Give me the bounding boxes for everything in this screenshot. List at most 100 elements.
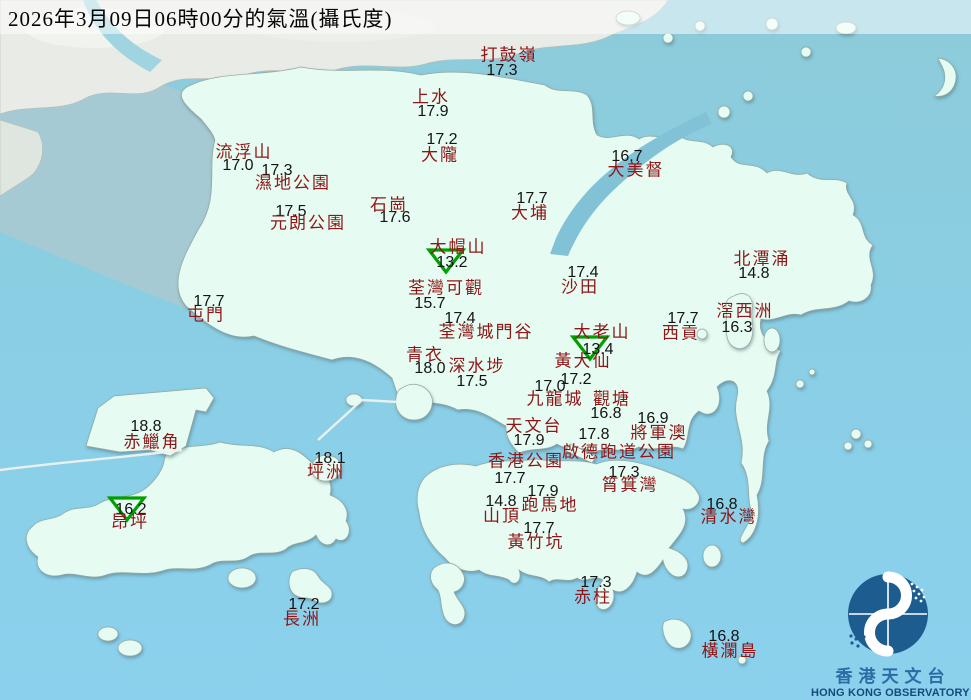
station-name: 跑馬地	[522, 497, 579, 514]
station-name: 清水灣	[701, 509, 758, 526]
station-name: 啟德跑道公園	[562, 444, 676, 461]
station-temperature: 16.3	[721, 320, 752, 336]
ap-chau-island	[663, 33, 673, 43]
station-name: 筲箕灣	[602, 477, 659, 494]
station-name: 荃灣可觀	[408, 280, 484, 297]
station-temperature: 17.2	[426, 132, 457, 148]
station-temperature: 17.3	[486, 63, 517, 79]
station-temperature: 17.9	[417, 104, 448, 120]
mirs-bay-island	[801, 47, 811, 57]
station-temperature: 17.4	[444, 311, 475, 327]
station-temperature: 18.0	[414, 361, 445, 377]
shekou-peninsula	[0, 120, 43, 196]
station-temperature: 16.8	[706, 497, 737, 513]
tung-lung-chau-island	[703, 545, 721, 567]
station-temperature: 17.9	[513, 433, 544, 449]
grass-island	[743, 91, 753, 101]
station-name: 坪洲	[307, 464, 345, 481]
hko-logo-mark	[838, 570, 942, 662]
hko-logo: 香港天文台 HONG KONG OBSERVATORY	[811, 570, 969, 699]
station-name: 將軍澳	[631, 425, 688, 442]
station-name: 天文台	[506, 418, 563, 435]
ninepin-island	[864, 440, 872, 448]
station-name: 滘西洲	[717, 303, 774, 320]
station-temperature: 18.1	[314, 451, 345, 467]
po-toi-island	[663, 619, 691, 648]
station-name: 青衣	[406, 347, 444, 364]
station-name: 大老山	[574, 324, 631, 341]
steep-island	[796, 380, 804, 388]
chek-lap-kok-airport	[86, 388, 214, 456]
soko-island	[98, 627, 118, 641]
hko-logo-english: HONG KONG OBSERVATORY	[811, 687, 969, 699]
station-name: 打鼓嶺	[481, 47, 538, 64]
station-name: 深水埗	[449, 358, 506, 375]
title-bar: 2026年3月09日06時00分的氣溫(攝氏度)	[0, 0, 971, 34]
station-temperature: 17.7	[667, 311, 698, 327]
station-name: 大埔	[511, 205, 549, 222]
station-temperature: 17.7	[523, 521, 554, 537]
station-name: 九龍城	[527, 391, 584, 408]
station-temperature: 16.2	[115, 502, 146, 518]
lamma-island	[431, 563, 465, 625]
tolo-harbour-water	[550, 112, 712, 256]
station-temperature: 16.8	[590, 406, 621, 422]
record-low-marker	[573, 337, 607, 359]
station-temperature: 13.4	[582, 342, 613, 358]
station-name: 大隴	[421, 147, 459, 164]
station-name: 山頂	[483, 508, 521, 525]
hko-temperature-map: 17.3打鼓嶺17.9上水17.2大隴17.0流浮山17.3濕地公園17.5元朗…	[0, 0, 971, 700]
kau-sai-chau-island	[726, 294, 753, 349]
station-name: 沙田	[561, 279, 599, 296]
station-name: 黃大仙	[555, 353, 612, 370]
station-temperature: 17.8	[578, 427, 609, 443]
station-name: 長洲	[283, 611, 321, 628]
station-temperature: 17.6	[379, 210, 410, 226]
mirs-bay-crescent-island	[934, 58, 956, 97]
cheung-chau-island	[289, 569, 332, 603]
station-temperature: 17.5	[275, 204, 306, 220]
ninepin-island	[851, 429, 861, 439]
tsing-ma-bridge	[318, 400, 398, 440]
new-territories-landmass	[178, 67, 873, 543]
station-temperature: 17.3	[580, 575, 611, 591]
deep-bay-water	[0, 72, 220, 310]
shelter-island	[764, 328, 780, 352]
lantau-island	[26, 442, 349, 577]
tap-mun-island	[718, 106, 730, 118]
station-name: 北潭涌	[734, 251, 791, 268]
hei-ling-chau-island	[228, 568, 256, 588]
station-name: 屯門	[187, 307, 225, 324]
station-temperature: 14.8	[485, 494, 516, 510]
station-name: 大帽山	[430, 239, 487, 256]
station-name: 香港公園	[488, 453, 564, 470]
station-temperature: 17.2	[288, 597, 319, 613]
station-temperature: 16.9	[637, 411, 668, 427]
map-title: 2026年3月09日06時00分的氣溫(攝氏度)	[8, 3, 393, 33]
station-temperature: 17.2	[560, 372, 591, 388]
kiu-tsui-island	[697, 329, 707, 339]
station-temperature: 17.5	[456, 374, 487, 390]
ma-wan-island	[346, 394, 362, 406]
ninepin-island	[844, 442, 852, 450]
peng-chau-island	[312, 455, 341, 481]
station-temperature: 15.7	[414, 296, 445, 312]
station-temperature: 17.7	[494, 471, 525, 487]
station-name: 橫瀾島	[702, 643, 759, 660]
island	[809, 369, 815, 375]
kai-tak-runway	[566, 444, 596, 463]
station-temperature: 17.7	[516, 191, 547, 207]
station-temperature: 14.8	[738, 266, 769, 282]
record-low-marker	[110, 498, 144, 520]
waglan-island	[738, 656, 746, 664]
station-name: 大美督	[608, 162, 665, 179]
hko-logo-chinese: 香港天文台	[817, 662, 969, 687]
station-temperature: 17.9	[527, 484, 558, 500]
station-name: 西貢	[662, 325, 700, 342]
hzmb-bridge	[0, 450, 182, 470]
station-name: 赤鱲角	[124, 434, 181, 451]
station-name: 元朗公園	[270, 215, 346, 232]
station-name: 觀塘	[593, 391, 631, 408]
tsing-yi-island	[396, 384, 433, 420]
hong-kong-island	[417, 459, 699, 610]
